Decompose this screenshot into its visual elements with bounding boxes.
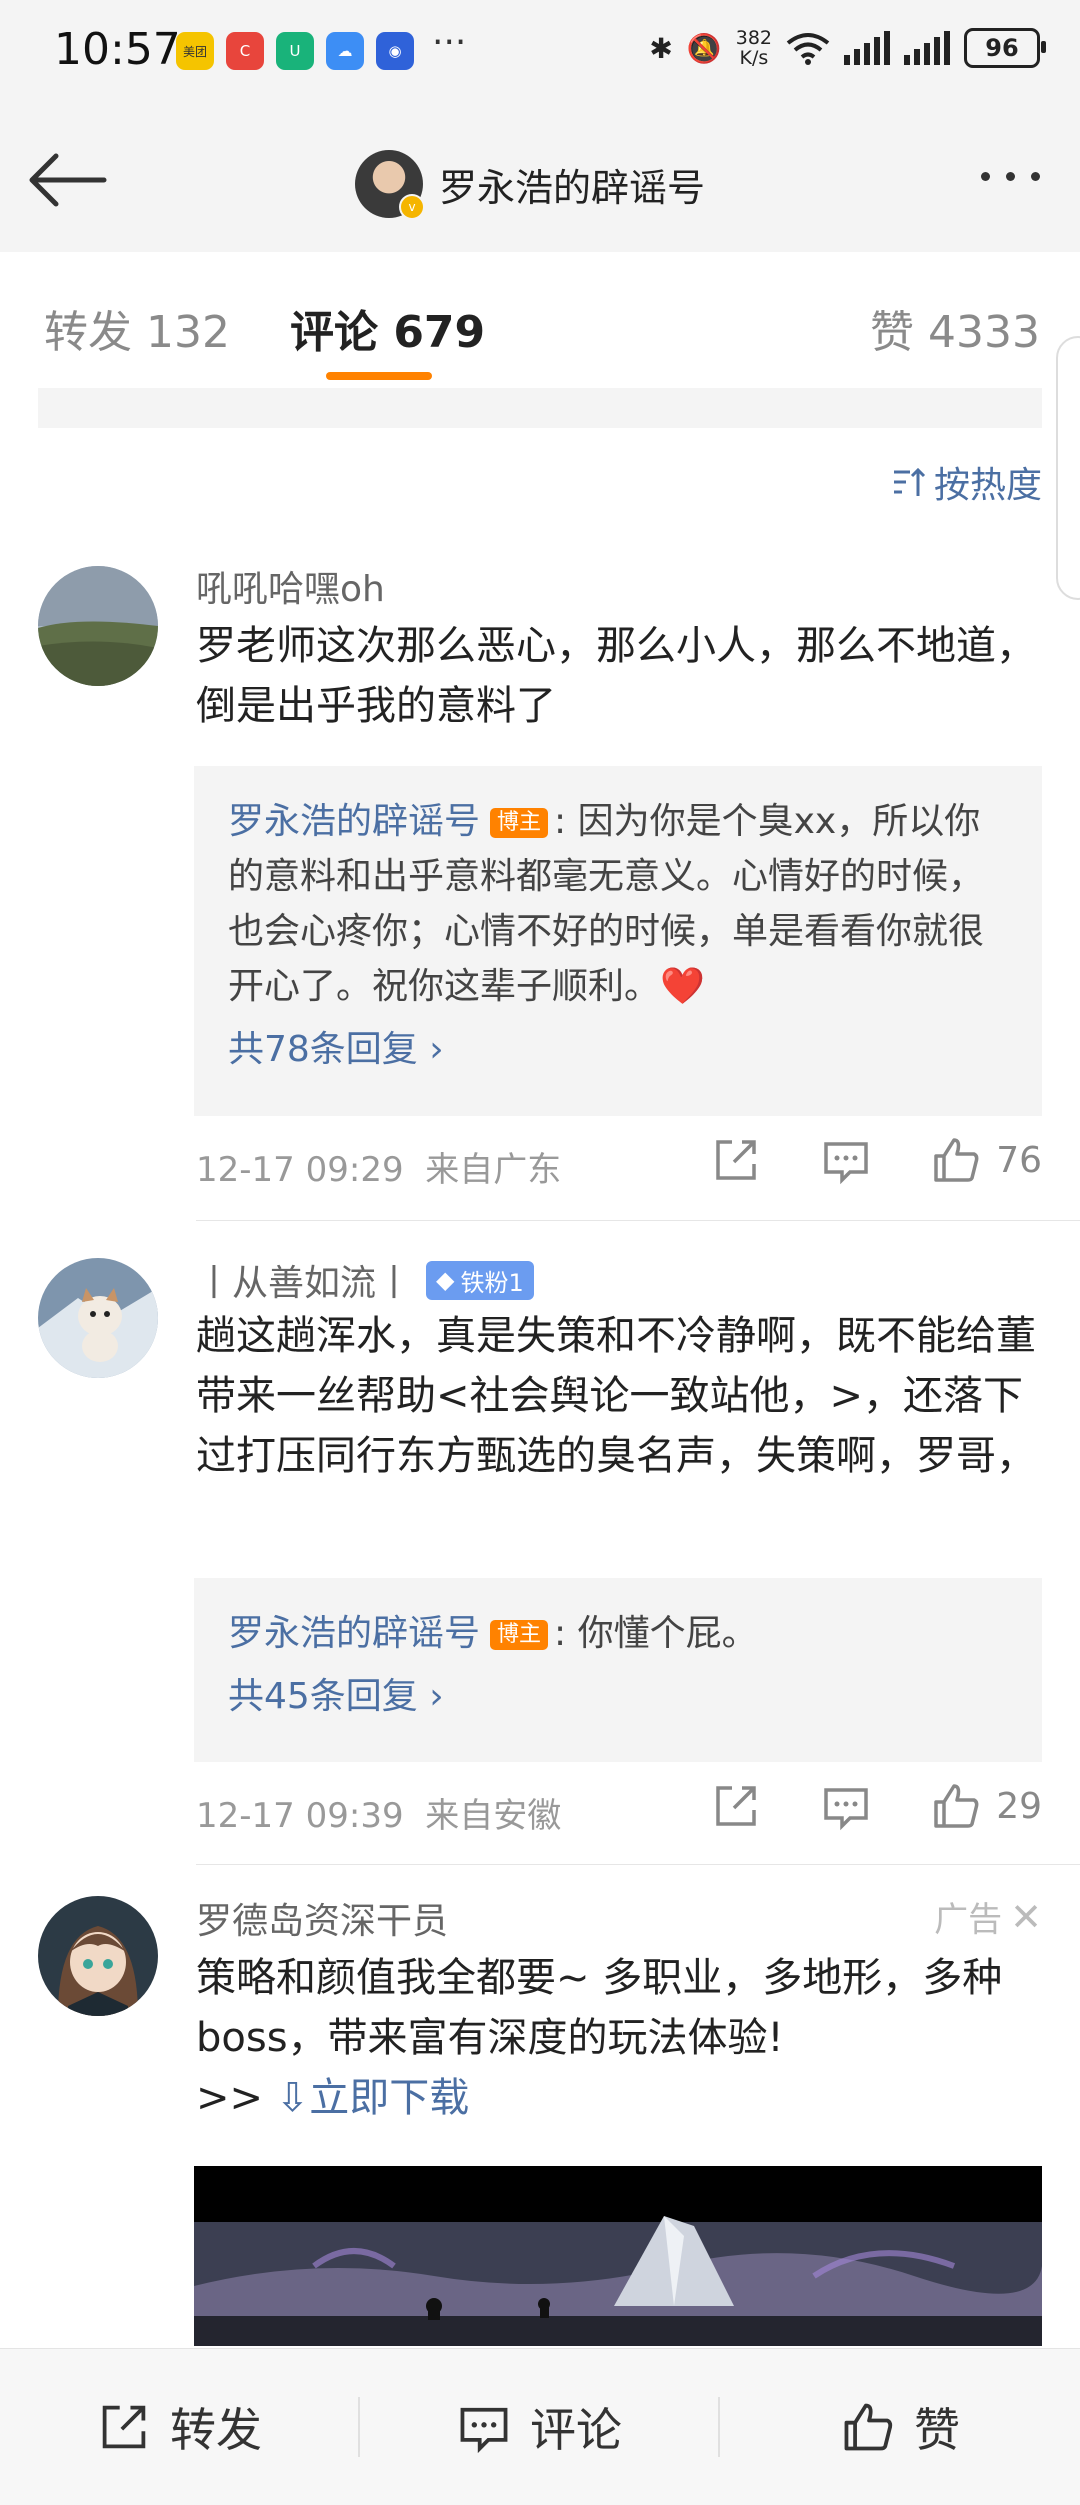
commenter-name[interactable]: 吼吼哈嘿oh <box>196 560 385 612</box>
repost-button[interactable]: 转发 <box>96 2349 262 2505</box>
post-tabs: 转发 132 评论 679 赞 4333 <box>0 252 1080 388</box>
red-app-icon: C <box>226 32 264 70</box>
author-badge: 博主 <box>490 808 549 838</box>
status-time: 10:57 <box>54 24 181 75</box>
network-speed-unit: K/s <box>739 47 769 69</box>
meituan-app-icon: 美团 <box>176 32 214 70</box>
sort-label: 按热度 <box>933 465 1042 506</box>
status-bar: 10:57 美团 C U ☁ ◉ ··· ✱ 🔕 382 K/s 96 <box>0 0 1080 110</box>
like-label: 赞 <box>914 2403 960 2457</box>
sort-by-hot-button[interactable]: 按热度 <box>890 456 1042 508</box>
wifi-icon <box>786 33 830 65</box>
download-now-link[interactable]: ⇩立即下载 <box>276 2075 470 2121</box>
comment-icon <box>460 2407 508 2454</box>
comment-label: 评论 <box>530 2403 622 2457</box>
ad-text: 策略和颜值我全都要~ 多职业，多地形，多种boss，带来富有深度的玩法体验! >… <box>196 1948 1046 2128</box>
comment-meta: 12-17 09:29 来自广东 <box>196 1142 561 1191</box>
bottom-action-bar: 转发 评论 赞 <box>0 2348 1080 2505</box>
active-tab-indicator <box>326 372 432 380</box>
bluetooth-icon: ✱ <box>649 31 673 65</box>
top-nav-bar: v 罗永浩的辟谣号 <box>0 110 1080 253</box>
green-app-icon: U <box>276 32 314 70</box>
view-more-replies-link[interactable]: 共45条回复 › <box>228 1667 1008 1719</box>
commenter-avatar[interactable] <box>38 1258 158 1378</box>
blue-app-icon: ◉ <box>376 32 414 70</box>
comment-divider <box>196 1864 1080 1865</box>
like-thumb-icon[interactable] <box>930 1134 982 1186</box>
ad-prefix: >> <box>196 2075 264 2121</box>
notification-icons: 美团 C U ☁ ◉ <box>176 32 414 70</box>
verified-badge-icon: v <box>399 194 425 220</box>
fan-level-badge: ◆ 铁粉1 <box>426 1260 534 1300</box>
like-icon <box>844 2403 893 2451</box>
commenter-name-row: 丨从善如流丨 ◆ 铁粉1 <box>196 1254 534 1306</box>
comment-location: 来自广东 <box>425 1150 562 1190</box>
status-indicators: ✱ 🔕 382 K/s 96 <box>649 28 1046 68</box>
view-more-replies-link[interactable]: 共78条回复 › <box>228 1020 1008 1072</box>
author-badge: 博主 <box>490 1620 549 1650</box>
tab-likes[interactable]: 赞 4333 <box>870 296 1040 360</box>
repost-label: 转发 <box>170 2403 262 2457</box>
network-speed: 382 K/s <box>736 28 772 68</box>
tab-comments[interactable]: 评论 679 <box>290 296 485 360</box>
reply-content: 罗永浩的辟谣号 博主: 你懂个屁。 <box>228 1606 1006 1661</box>
share-icon[interactable] <box>710 1134 762 1186</box>
comment-time: 12-17 09:29 <box>196 1150 404 1190</box>
like-count: 76 <box>996 1139 1042 1181</box>
like-button[interactable]: 赞 <box>840 2349 960 2505</box>
side-handle[interactable] <box>1056 336 1080 600</box>
advertiser-name[interactable]: 罗德岛资深干员 <box>196 1892 448 1944</box>
share-icon[interactable] <box>710 1780 762 1832</box>
reply-preview[interactable]: 罗永浩的辟谣号 博主: 因为你是个臭xx，所以你的意料和出乎意料都毫无意义。心情好… <box>194 766 1042 1116</box>
signal-1-icon <box>844 31 890 65</box>
signal-2-icon <box>904 31 950 65</box>
more-notifications-icon: ··· <box>432 22 467 63</box>
ad-tag: 广告 <box>934 1900 1003 1940</box>
mute-bell-icon: 🔕 <box>686 31 722 65</box>
tab-reposts[interactable]: 转发 132 <box>44 296 230 360</box>
post-author-header[interactable]: v 罗永浩的辟谣号 <box>355 150 705 220</box>
reply-text: : 你懂个屁。 <box>554 1613 758 1654</box>
comment-time: 12-17 09:39 <box>196 1796 404 1836</box>
comment-button[interactable]: 评论 <box>456 2349 622 2505</box>
content-divider <box>38 388 1042 428</box>
comment-divider <box>196 1220 1080 1221</box>
comment-location: 来自安徽 <box>425 1796 562 1836</box>
author-name[interactable]: 罗永浩的辟谣号 <box>439 157 705 212</box>
diamond-icon: ◆ <box>436 1266 455 1294</box>
reply-author[interactable]: 罗永浩的辟谣号 <box>228 1613 480 1654</box>
reply-icon[interactable] <box>820 1780 872 1832</box>
fan-level-label: 铁粉1 <box>460 1268 524 1297</box>
comment-text: 趟这趟浑水，真是失策和不冷静啊，既不能给董带来一丝帮助<社会舆论一致站他，>，还… <box>196 1313 1036 1479</box>
network-speed-value: 382 <box>735 27 772 49</box>
back-arrow-icon[interactable] <box>24 150 114 210</box>
advertiser-avatar[interactable] <box>38 1896 158 2016</box>
commenter-avatar[interactable] <box>38 566 158 686</box>
heart-emoji-icon: ❤️ <box>660 966 705 1007</box>
author-avatar[interactable]: v <box>355 150 425 220</box>
ad-label: 广告 ✕ <box>934 1892 1042 1941</box>
sort-icon <box>893 467 926 496</box>
battery-icon: 96 <box>964 28 1046 68</box>
comment-meta: 12-17 09:39 来自安徽 <box>196 1788 561 1837</box>
reply-content: 罗永浩的辟谣号 博主: 因为你是个臭xx，所以你的意料和出乎意料都毫无意义。心情好… <box>228 794 1006 1014</box>
like-thumb-icon[interactable] <box>930 1780 982 1832</box>
comment-actions: 29 <box>652 1780 1042 1832</box>
reply-icon[interactable] <box>820 1134 872 1186</box>
like-count: 29 <box>996 1785 1042 1827</box>
bottom-divider <box>358 2397 360 2457</box>
close-ad-icon[interactable]: ✕ <box>1010 1895 1042 1939</box>
ad-banner-image[interactable] <box>194 2166 1042 2346</box>
reply-author[interactable]: 罗永浩的辟谣号 <box>228 801 480 842</box>
comment-text: 罗老师这次那么恶心，那么小人，那么不地道，倒是出乎我的意料了 <box>196 623 1036 729</box>
commenter-name[interactable]: 丨从善如流丨 <box>196 1254 412 1306</box>
bottom-divider <box>718 2397 720 2457</box>
comment-actions: 76 <box>652 1134 1042 1186</box>
reply-preview[interactable]: 罗永浩的辟谣号 博主: 你懂个屁。 共45条回复 › <box>194 1578 1042 1762</box>
cloud-app-icon: ☁ <box>326 32 364 70</box>
repost-icon <box>102 2405 146 2449</box>
more-options-icon[interactable] <box>981 172 1040 181</box>
ad-copy: 策略和颜值我全都要~ 多职业，多地形，多种boss，带来富有深度的玩法体验! <box>196 1955 1003 2061</box>
